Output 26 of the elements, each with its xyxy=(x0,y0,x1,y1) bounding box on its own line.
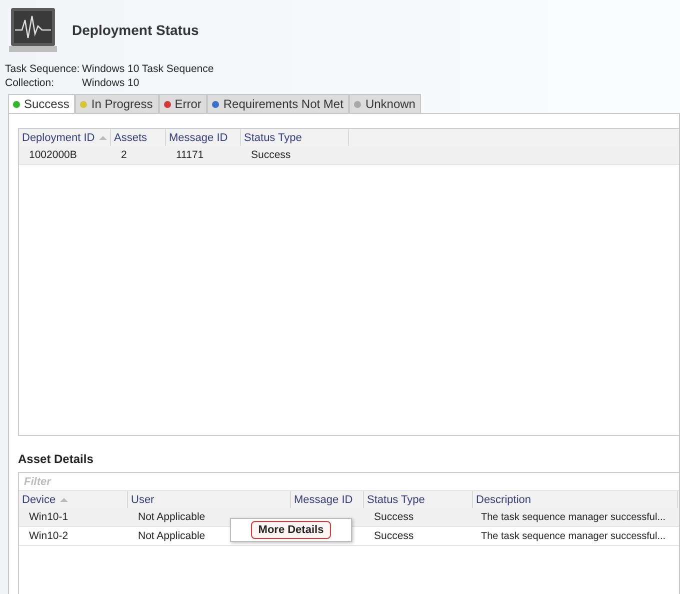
menu-item[interactable]: More Details xyxy=(251,521,331,539)
table-cell: Not Applicable xyxy=(138,511,206,523)
table-cell: 2 xyxy=(121,149,127,161)
field-label: Task Sequence: xyxy=(5,62,81,76)
table-cell: Not Applicable xyxy=(138,530,206,542)
field-label: Collection: xyxy=(5,76,56,90)
table-cell: Success xyxy=(374,530,414,542)
tab[interactable]: Unknown xyxy=(349,94,422,113)
tab[interactable]: Success xyxy=(8,94,76,113)
table-cell: Win10-1 xyxy=(29,511,68,523)
table-cell: Success xyxy=(374,511,414,523)
field-value: Windows 10 xyxy=(82,76,140,90)
field-value: Windows 10 Task Sequence xyxy=(82,62,214,76)
tab[interactable]: Requirements Not Met xyxy=(207,94,350,113)
table-cell: Success xyxy=(251,149,291,161)
table-cell: 1002000B xyxy=(29,149,77,161)
tab[interactable]: Error xyxy=(158,94,208,113)
table-cell: 11171 xyxy=(176,149,204,161)
table-row[interactable]: 1002000B 2 11171 Success xyxy=(19,146,679,165)
table-cell: The task sequence manager successful... xyxy=(481,530,666,542)
table-cell: Win10-2 xyxy=(29,530,68,542)
section-title: Asset Details xyxy=(18,452,94,466)
window-title: Deployment Status xyxy=(72,22,199,38)
tab[interactable]: In Progress xyxy=(75,94,159,113)
monitor-icon xyxy=(8,6,58,54)
table-cell: The task sequence manager successful... xyxy=(481,512,666,522)
